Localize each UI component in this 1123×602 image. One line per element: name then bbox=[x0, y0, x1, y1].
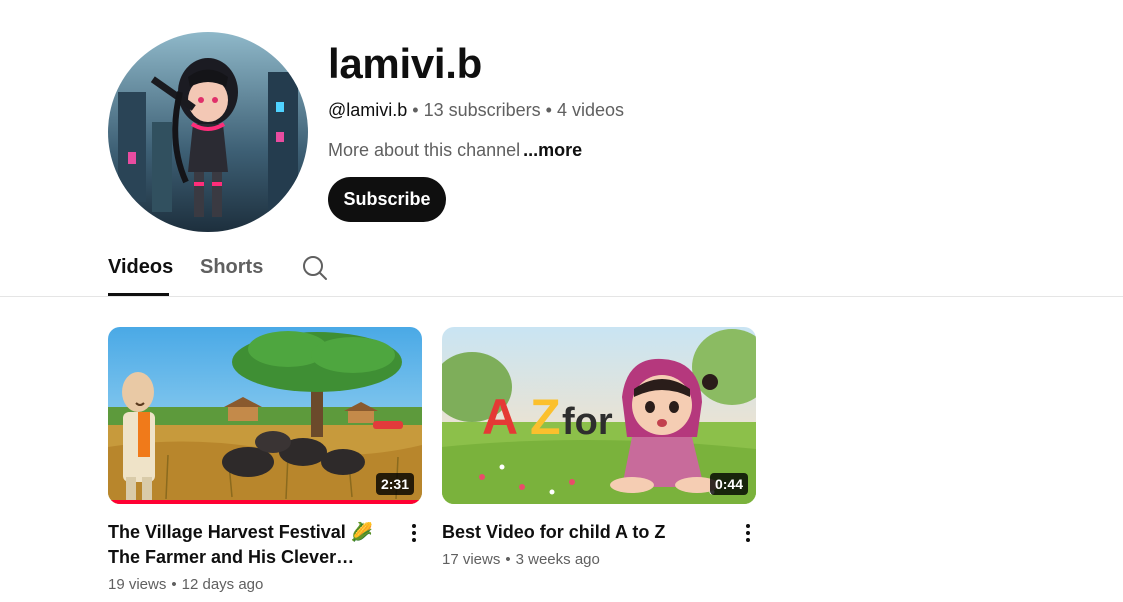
more-vert-icon[interactable] bbox=[402, 521, 426, 545]
channel-tabs: Videos Shorts bbox=[108, 248, 327, 296]
video-thumbnail[interactable]: A Z for 0:44 bbox=[442, 327, 756, 504]
search-icon[interactable] bbox=[301, 254, 329, 282]
channel-handle: @lamivi.b bbox=[328, 100, 408, 120]
watch-progress-bar bbox=[108, 500, 422, 504]
thumbnail-letter-z: Z bbox=[530, 389, 561, 445]
channel-name: lamivi.b bbox=[328, 40, 482, 87]
stats-separator: • bbox=[171, 576, 177, 593]
video-thumbnail[interactable]: 2:31 bbox=[108, 327, 422, 504]
video-duration: 0:44 bbox=[709, 473, 748, 495]
thumbnail-for: for bbox=[562, 401, 613, 443]
tab-shorts[interactable]: Shorts bbox=[200, 248, 263, 296]
view-count: 17 views bbox=[442, 551, 501, 568]
video-card[interactable]: A Z for 0:44 Best Video for child A to Z… bbox=[442, 327, 756, 571]
video-card[interactable]: 2:31 The Village Harvest Festival 🌽 The … bbox=[108, 327, 422, 596]
thumbnail-letter-a: A bbox=[482, 389, 518, 445]
upload-age: 3 weeks ago bbox=[515, 551, 600, 568]
video-stats: 17 views • 3 weeks ago bbox=[442, 549, 756, 571]
upload-age: 12 days ago bbox=[181, 576, 264, 593]
channel-meta: @lamivi.b • 13 subscribers • 4 videos bbox=[328, 99, 624, 121]
meta-separator: • bbox=[412, 100, 419, 120]
subscriber-count: 13 subscribers bbox=[423, 100, 541, 120]
video-duration: 2:31 bbox=[375, 473, 414, 495]
channel-about[interactable]: More about this channel ...more bbox=[328, 139, 582, 161]
tabs-divider bbox=[0, 296, 1123, 297]
view-count: 19 views bbox=[108, 576, 167, 593]
subscribe-button[interactable]: Subscribe bbox=[328, 177, 446, 222]
more-vert-icon[interactable] bbox=[736, 521, 760, 545]
meta-separator: • bbox=[545, 100, 552, 120]
video-title[interactable]: The Village Harvest Festival 🌽 The Farme… bbox=[108, 520, 398, 570]
more-link[interactable]: ...more bbox=[523, 140, 582, 160]
video-title[interactable]: Best Video for child A to Z bbox=[442, 520, 732, 545]
video-count: 4 videos bbox=[556, 100, 625, 120]
video-stats: 19 views • 12 days ago bbox=[108, 574, 422, 596]
stats-separator: • bbox=[505, 551, 511, 568]
channel-avatar bbox=[108, 32, 308, 232]
tab-videos[interactable]: Videos bbox=[108, 248, 173, 296]
about-text: More about this channel bbox=[328, 140, 521, 160]
